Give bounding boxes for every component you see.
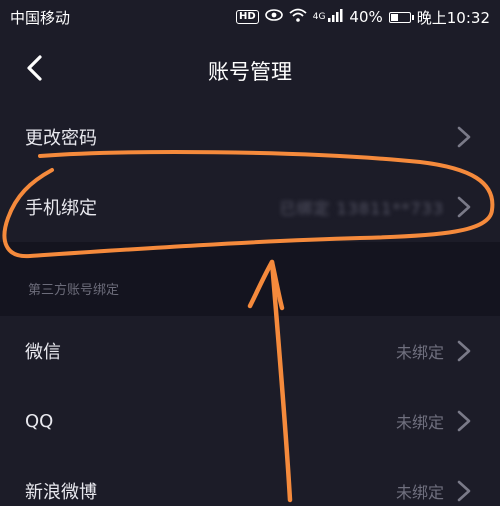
weibo-binding-row[interactable]: 新浪微博 未绑定 [0, 456, 500, 506]
navigation-bar: 账号管理 [0, 34, 500, 102]
network-type-label: 4G [312, 12, 326, 22]
chevron-right-icon [456, 196, 472, 218]
carrier-name: 中国移动 [10, 8, 71, 27]
status-indicators: HD 4G 40% 晚上10:32 [236, 7, 490, 28]
third-party-section-header: 第三方账号绑定 [0, 244, 500, 316]
weibo-label: 新浪微博 [25, 482, 97, 503]
wechat-binding-row[interactable]: 微信 未绑定 [0, 316, 500, 386]
chevron-right-icon [456, 340, 472, 362]
clock: 晚上10:32 [416, 8, 490, 27]
account-settings-group: 更改密码 手机绑定 已绑定 13811**733 [0, 102, 500, 242]
phone-binding-row[interactable]: 手机绑定 已绑定 13811**733 [0, 172, 500, 242]
third-party-group: 微信 未绑定 QQ 未绑定 新浪微博 未绑定 [0, 316, 500, 506]
weibo-status: 未绑定 [395, 483, 444, 502]
qq-status: 未绑定 [395, 413, 444, 432]
battery-icon [388, 11, 414, 23]
signal-icon [327, 8, 343, 26]
wechat-status: 未绑定 [395, 343, 444, 362]
change-password-row[interactable]: 更改密码 [0, 102, 500, 172]
qq-label: QQ [25, 410, 54, 432]
battery-fill [390, 13, 398, 21]
chevron-right-icon [456, 480, 472, 502]
eye-icon [264, 9, 283, 25]
page-title: 账号管理 [208, 60, 292, 84]
battery-percent: 40% [349, 8, 383, 26]
wechat-label: 微信 [25, 342, 61, 363]
chevron-right-icon [456, 126, 472, 148]
wifi-icon [289, 8, 307, 26]
phone-binding-label: 手机绑定 [25, 198, 97, 219]
chevron-right-icon [456, 410, 472, 432]
qq-binding-row[interactable]: QQ 未绑定 [0, 386, 500, 456]
status-bar: 中国移动 HD 4G 40% 晚上10:32 [0, 0, 500, 34]
hd-badge: HD [236, 10, 259, 24]
phone-binding-value: 已绑定 13811**733 [279, 199, 444, 218]
change-password-label: 更改密码 [25, 128, 97, 149]
